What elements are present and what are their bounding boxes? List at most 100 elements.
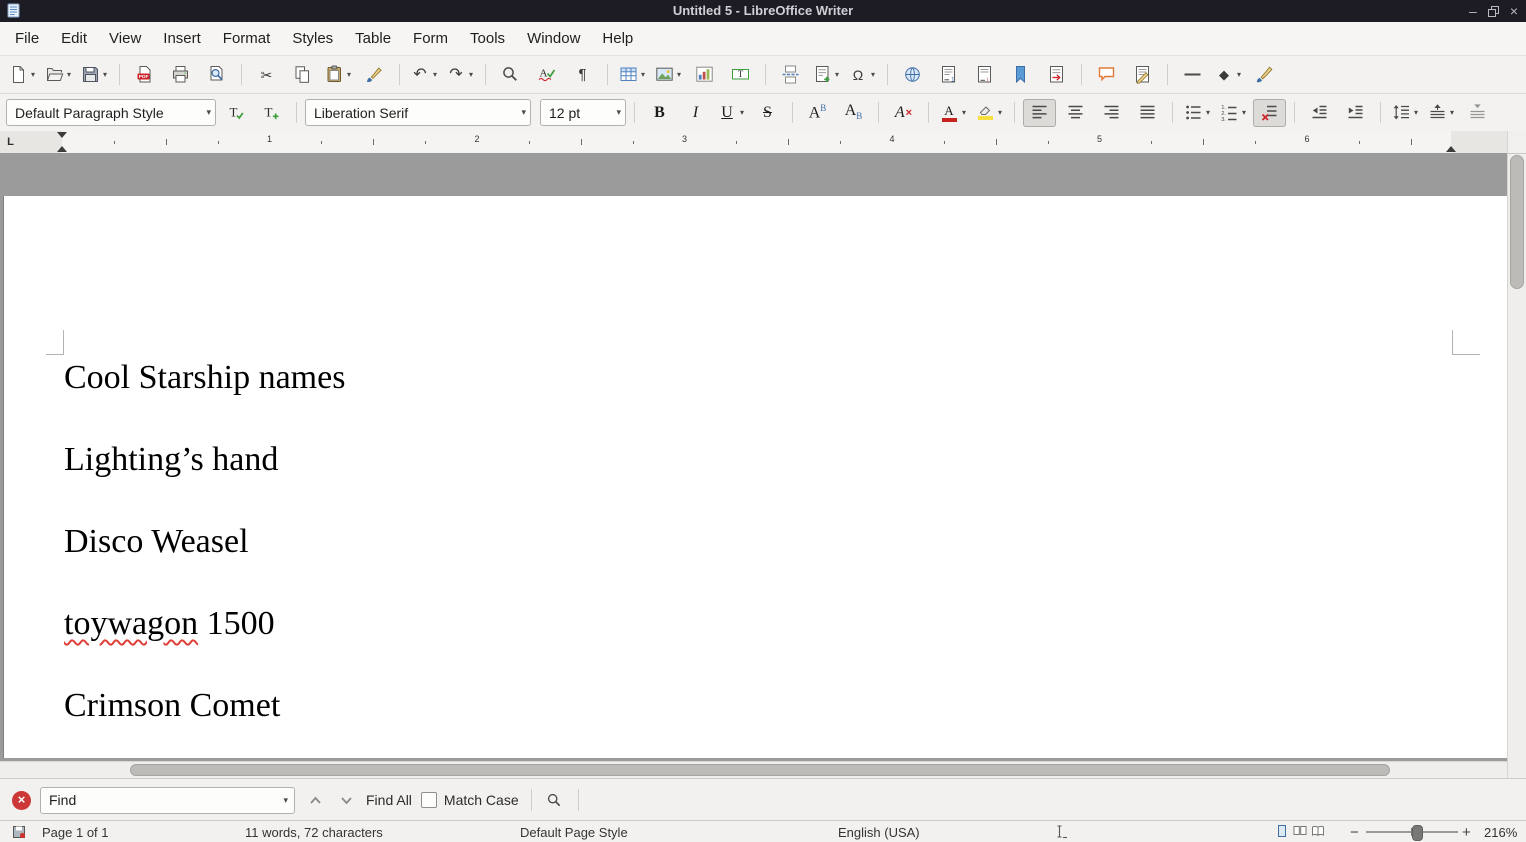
- paragraph-style-select[interactable]: Default Paragraph Style ▾: [6, 99, 216, 126]
- subscript-button[interactable]: AB: [837, 99, 870, 127]
- restore-button[interactable]: [1488, 6, 1499, 17]
- paragraph[interactable]: Cool Starship names: [64, 360, 1424, 396]
- new-style-button[interactable]: T: [255, 99, 288, 127]
- insert-comment-button[interactable]: [1090, 61, 1123, 89]
- paragraph[interactable]: Disco Weasel: [64, 524, 1424, 560]
- close-button[interactable]: ×: [1510, 4, 1518, 18]
- page-style-status[interactable]: Default Page Style: [520, 821, 628, 842]
- page-number-status[interactable]: Page 1 of 1: [42, 821, 109, 842]
- insert-line-button[interactable]: [1176, 61, 1209, 89]
- insert-bookmark-button[interactable]: [1004, 61, 1037, 89]
- menu-tools[interactable]: Tools: [459, 22, 516, 55]
- update-style-button[interactable]: T: [219, 99, 252, 127]
- vertical-scrollbar-thumb[interactable]: [1510, 155, 1524, 289]
- numbered-list-button[interactable]: 1.2.3.▾: [1217, 99, 1250, 127]
- align-left-button[interactable]: [1023, 99, 1056, 127]
- zoom-in-button[interactable]: +: [1462, 821, 1471, 842]
- decrease-indent-button[interactable]: [1303, 99, 1336, 127]
- copy-button[interactable]: [286, 61, 319, 89]
- horizontal-scrollbar-thumb[interactable]: [130, 764, 1390, 776]
- cut-button[interactable]: ✂: [250, 61, 283, 89]
- find-next-button[interactable]: [335, 788, 357, 812]
- insert-hyperlink-button[interactable]: [896, 61, 929, 89]
- close-find-bar-button[interactable]: ×: [12, 791, 31, 810]
- superscript-button[interactable]: AB: [801, 99, 834, 127]
- page-break-button[interactable]: [774, 61, 807, 89]
- find-all-button[interactable]: Find All: [366, 792, 412, 808]
- menu-window[interactable]: Window: [516, 22, 591, 55]
- zoom-slider-thumb[interactable]: [1412, 825, 1423, 841]
- find-and-replace-button[interactable]: [544, 788, 566, 812]
- no-list-button[interactable]: [1253, 99, 1286, 127]
- font-size-select[interactable]: 12 pt ▾: [540, 99, 626, 126]
- redo-button[interactable]: ↷▾: [444, 61, 477, 89]
- tab-stop-selector[interactable]: L: [3, 133, 18, 150]
- print-preview-button[interactable]: [200, 61, 233, 89]
- menu-format[interactable]: Format: [212, 22, 282, 55]
- line-spacing-button[interactable]: ▾: [1389, 99, 1422, 127]
- horizontal-scrollbar[interactable]: [0, 761, 1508, 778]
- bold-button[interactable]: B: [643, 99, 676, 127]
- highlight-color-button[interactable]: ▾: [973, 99, 1006, 127]
- zoom-out-button[interactable]: −: [1350, 821, 1359, 842]
- draw-functions-button[interactable]: [1248, 61, 1281, 89]
- match-case-checkbox[interactable]: [421, 792, 437, 808]
- document-canvas[interactable]: Cool Starship names Lighting’s hand Disco …: [0, 154, 1508, 778]
- search-input[interactable]: [43, 792, 280, 808]
- menu-styles[interactable]: Styles: [281, 22, 344, 55]
- word-count-status[interactable]: 11 words, 72 characters: [245, 821, 383, 842]
- save-button[interactable]: ▾: [78, 61, 111, 89]
- strikethrough-button[interactable]: S: [751, 99, 784, 127]
- unsaved-changes-icon[interactable]: [12, 821, 26, 842]
- clone-formatting-button[interactable]: [358, 61, 391, 89]
- menu-form[interactable]: Form: [402, 22, 459, 55]
- paragraph[interactable]: Crimson Comet: [64, 688, 1424, 724]
- insert-endnote-button[interactable]: i: [968, 61, 1001, 89]
- special-character-button[interactable]: Ω▾: [846, 61, 879, 89]
- open-button[interactable]: ▾: [42, 61, 75, 89]
- paragraph[interactable]: toywagon 1500: [64, 606, 1424, 642]
- menu-edit[interactable]: Edit: [50, 22, 98, 55]
- align-right-button[interactable]: [1095, 99, 1128, 127]
- basic-shapes-button[interactable]: ◆▾: [1212, 61, 1245, 89]
- insert-cross-reference-button[interactable]: [1040, 61, 1073, 89]
- decrease-paragraph-spacing-button[interactable]: [1461, 99, 1494, 127]
- insert-field-button[interactable]: ▾: [810, 61, 843, 89]
- paste-button[interactable]: ▾: [322, 61, 355, 89]
- print-button[interactable]: [164, 61, 197, 89]
- vertical-scrollbar[interactable]: [1507, 131, 1526, 778]
- find-previous-button[interactable]: [304, 788, 326, 812]
- spelling-button[interactable]: A: [530, 61, 563, 89]
- insert-table-button[interactable]: ▾: [616, 61, 649, 89]
- italic-button[interactable]: I: [679, 99, 712, 127]
- align-center-button[interactable]: [1059, 99, 1092, 127]
- font-color-button[interactable]: A▾: [937, 99, 970, 127]
- document-page[interactable]: Cool Starship names Lighting’s hand Disco …: [3, 196, 1508, 758]
- menu-view[interactable]: View: [98, 22, 152, 55]
- text-cursor-icon[interactable]: [1052, 821, 1068, 842]
- minimize-button[interactable]: –: [1469, 4, 1477, 18]
- clear-formatting-button[interactable]: A×: [887, 99, 920, 127]
- search-combo[interactable]: ▾: [40, 787, 295, 814]
- menu-file[interactable]: File: [4, 22, 50, 55]
- underline-button[interactable]: U▾: [715, 99, 748, 127]
- track-changes-button[interactable]: [1126, 61, 1159, 89]
- export-pdf-button[interactable]: PDF: [128, 61, 161, 89]
- menu-table[interactable]: Table: [344, 22, 402, 55]
- paragraph[interactable]: Lighting’s hand: [64, 442, 1424, 478]
- insert-textbox-button[interactable]: T: [724, 61, 757, 89]
- insert-chart-button[interactable]: [688, 61, 721, 89]
- new-document-button[interactable]: ▾: [6, 61, 39, 89]
- zoom-level[interactable]: 216%: [1484, 821, 1517, 842]
- left-indent-marker[interactable]: [57, 141, 67, 152]
- match-case-control[interactable]: Match Case: [421, 792, 519, 808]
- find-replace-button[interactable]: [494, 61, 527, 89]
- undo-button[interactable]: ↶▾: [408, 61, 441, 89]
- menu-help[interactable]: Help: [591, 22, 644, 55]
- book-view-button[interactable]: [1311, 824, 1325, 841]
- zoom-slider[interactable]: [1366, 821, 1458, 842]
- horizontal-ruler[interactable]: 123456 L: [0, 131, 1508, 154]
- insert-footnote-button[interactable]: 1: [932, 61, 965, 89]
- right-indent-marker[interactable]: [1446, 141, 1456, 152]
- increase-indent-button[interactable]: [1339, 99, 1372, 127]
